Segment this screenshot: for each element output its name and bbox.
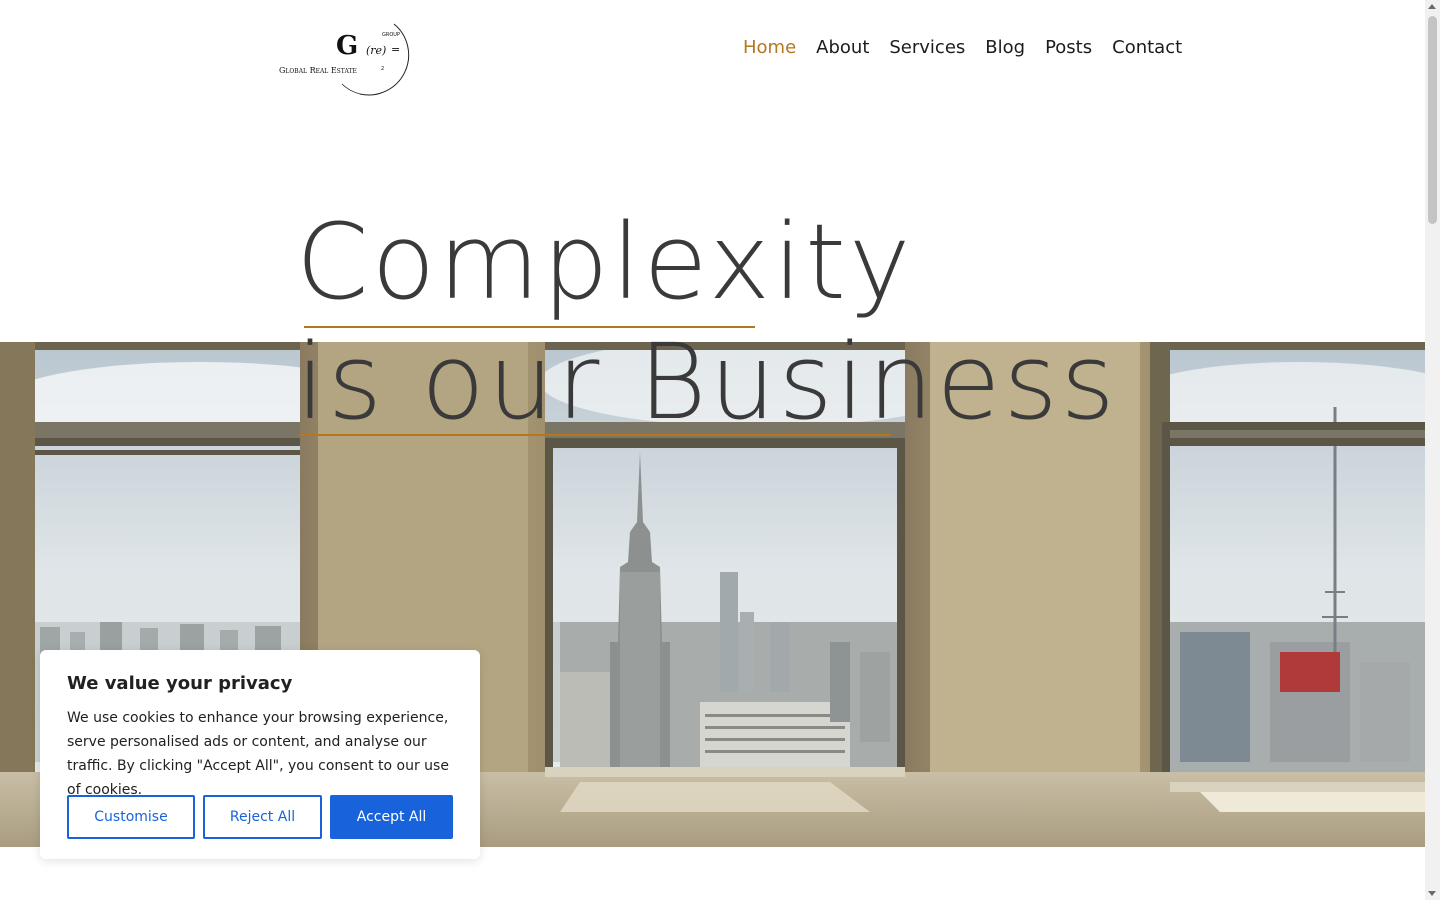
hero-headline-line1: Complexity: [296, 201, 914, 323]
logo-group: GROUP: [382, 32, 400, 38]
reject-all-button[interactable]: Reject All: [203, 795, 322, 839]
cookie-title: We value your privacy: [67, 673, 293, 694]
hero-headline-line2: is our Business: [296, 321, 1118, 443]
main-nav: Home About Services Blog Posts Contact: [733, 36, 1192, 60]
logo-superscript: 2: [381, 66, 384, 72]
customise-button[interactable]: Customise: [67, 795, 195, 839]
logo-name: Global Real Estate: [279, 66, 357, 75]
logo-letter: G: [336, 31, 358, 61]
scroll-up-icon[interactable]: [1428, 4, 1436, 9]
hero-underline-2: [299, 434, 891, 436]
nav-contact[interactable]: Contact: [1102, 36, 1192, 60]
cookie-text: We use cookies to enhance your browsing …: [67, 710, 449, 798]
accept-all-button[interactable]: Accept All: [330, 795, 453, 839]
site-logo[interactable]: G (re) = GROUP Global Real Estate 2: [276, 18, 422, 98]
nav-services[interactable]: Services: [879, 36, 975, 60]
cookie-buttons: Customise Reject All Accept All: [67, 795, 453, 839]
logo-equals: =: [391, 43, 400, 56]
page-scrollbar[interactable]: [1425, 0, 1440, 900]
scroll-down-icon[interactable]: [1428, 891, 1436, 896]
logo-mark: G (re) = GROUP Global Real Estate 2: [279, 23, 410, 96]
nav-blog[interactable]: Blog: [975, 36, 1035, 60]
nav-home[interactable]: Home: [733, 36, 806, 60]
logo-re: (re): [366, 44, 386, 57]
cookie-consent-banner: We value your privacy We use cookies to …: [40, 650, 480, 859]
page: G (re) = GROUP Global Real Estate 2 Home…: [0, 0, 1440, 900]
nav-about[interactable]: About: [806, 36, 879, 60]
nav-posts[interactable]: Posts: [1035, 36, 1102, 60]
scroll-thumb[interactable]: [1428, 16, 1437, 224]
